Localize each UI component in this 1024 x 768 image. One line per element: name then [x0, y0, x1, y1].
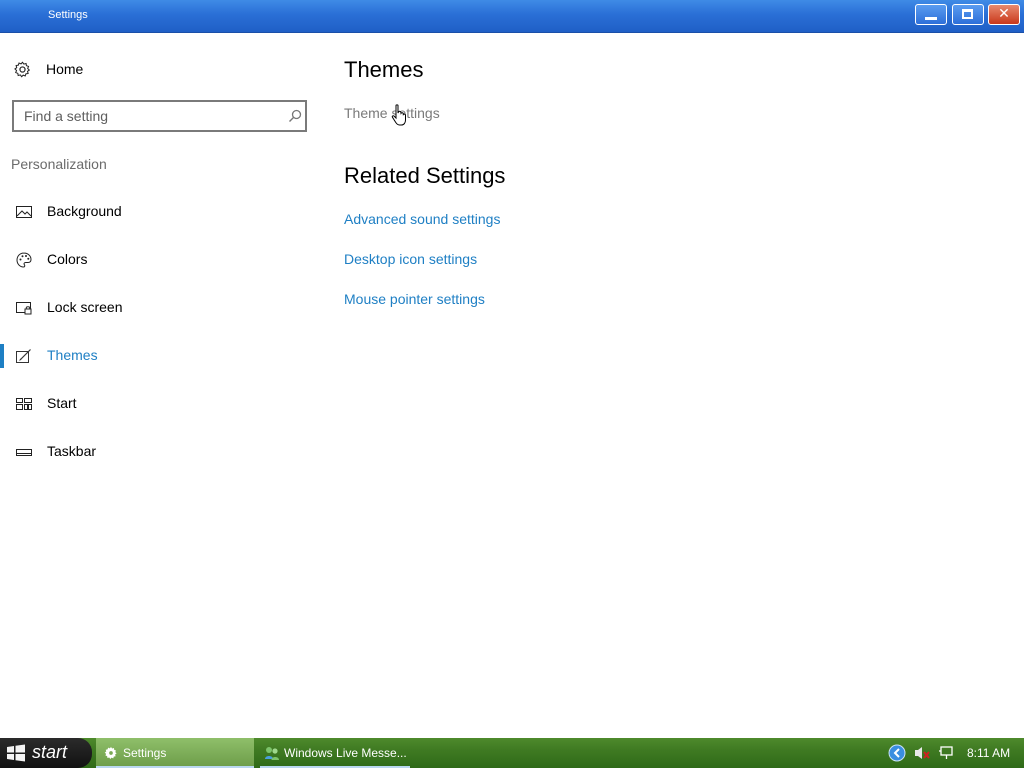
taskbar-icon — [16, 449, 32, 456]
picture-icon — [16, 206, 32, 218]
sidebar-item-label: Colors — [47, 251, 88, 267]
title-bar: Settings ✕ — [0, 0, 1024, 33]
sidebar-item-lock-screen[interactable]: Lock screen — [0, 288, 310, 328]
related-settings-heading: Related Settings — [344, 163, 506, 188]
start-button[interactable]: start — [0, 738, 92, 768]
taskbar-item-windows-live-messenger[interactable]: Windows Live Messe... — [260, 738, 410, 768]
search-input[interactable] — [24, 107, 274, 125]
start-tiles-icon — [16, 398, 32, 410]
sidebar-item-label: Taskbar — [47, 443, 97, 459]
search-box[interactable] — [12, 100, 307, 132]
taskbar-item-label: Windows Live Messe... — [284, 746, 407, 760]
palette-icon — [16, 252, 32, 268]
gear-icon — [14, 60, 31, 78]
taskbar: start Settings Windows Live Messe... 8:1… — [0, 738, 1024, 768]
page-title: Themes — [344, 57, 424, 82]
sidebar-item-start[interactable]: Start — [0, 384, 310, 424]
sidebar-item-label: Start — [47, 395, 77, 411]
system-tray: 8:11 AM — [882, 738, 1024, 768]
back-arrow-icon[interactable] — [888, 744, 906, 762]
search-icon[interactable] — [288, 109, 302, 123]
sidebar-item-label: Themes — [47, 347, 98, 363]
sidebar-item-background[interactable]: Background — [0, 192, 310, 232]
gear-icon — [104, 747, 117, 759]
sidebar-item-themes[interactable]: Themes — [0, 336, 310, 376]
clock[interactable]: 8:11 AM — [967, 746, 1010, 760]
active-indicator — [0, 344, 4, 368]
mouse-pointer-settings-link[interactable]: Mouse pointer settings — [344, 291, 485, 307]
section-label-personalization: Personalization — [11, 156, 107, 172]
desktop-icon-settings-link[interactable]: Desktop icon settings — [344, 251, 477, 267]
advanced-sound-settings-link[interactable]: Advanced sound settings — [344, 211, 500, 227]
lock-screen-icon — [16, 302, 32, 315]
taskbar-item-settings[interactable]: Settings — [96, 738, 254, 768]
windows-flag-icon — [7, 744, 25, 762]
sidebar-item-taskbar[interactable]: Taskbar — [0, 432, 310, 472]
hand-cursor-icon — [391, 104, 406, 126]
close-icon: ✕ — [998, 6, 1010, 22]
close-button[interactable]: ✕ — [988, 4, 1020, 25]
home-nav-item[interactable]: Home — [14, 58, 83, 80]
sidebar-item-label: Background — [47, 203, 122, 219]
themes-icon — [16, 349, 31, 363]
taskbar-item-label: Settings — [123, 746, 167, 760]
window-title: Settings — [48, 9, 88, 21]
messenger-icon — [265, 747, 279, 760]
start-label: start — [32, 742, 68, 762]
maximize-button[interactable] — [952, 4, 984, 25]
sidebar-item-colors[interactable]: Colors — [0, 240, 310, 280]
minimize-button[interactable] — [915, 4, 947, 25]
sidebar-item-label: Lock screen — [47, 299, 123, 315]
network-icon[interactable] — [938, 746, 954, 760]
home-label: Home — [46, 61, 84, 77]
volume-muted-icon[interactable] — [914, 746, 930, 760]
